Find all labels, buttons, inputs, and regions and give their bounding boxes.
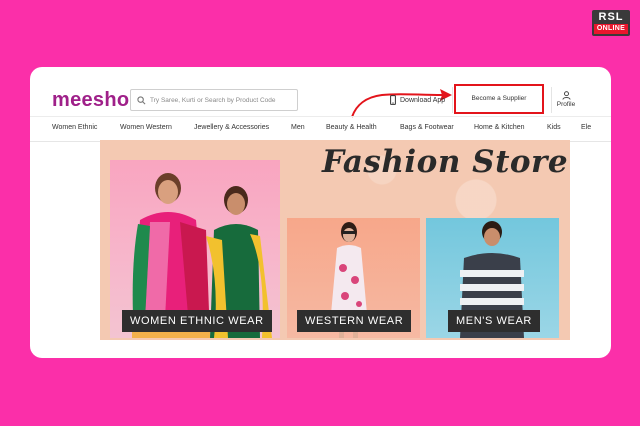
mens-wear-label: MEN'S WEAR xyxy=(448,310,540,332)
search-input[interactable] xyxy=(150,96,290,104)
become-supplier-button[interactable]: Become a Supplier xyxy=(454,84,544,114)
women-ethnic-label: WOMEN ETHNIC WEAR xyxy=(122,310,272,332)
women-ethnic-panel[interactable]: WOMEN ETHNIC WEAR xyxy=(110,160,280,338)
profile-label: Profile xyxy=(556,101,576,108)
meesho-logo[interactable]: meesho xyxy=(52,89,129,112)
category-beauty-health[interactable]: Beauty & Health xyxy=(326,124,377,131)
divider xyxy=(551,87,552,113)
category-home-kitchen[interactable]: Home & Kitchen xyxy=(474,124,525,131)
mobile-icon xyxy=(390,95,396,105)
fashion-store-banner[interactable]: Fashion Store WOMEN ETHNIC WEAR WESTERN … xyxy=(100,140,570,340)
browser-card: meesho Download App Become a Supplier Pr… xyxy=(30,67,611,358)
profile-button[interactable]: Profile xyxy=(554,91,578,108)
category-women-ethnic[interactable]: Women Ethnic xyxy=(52,124,97,131)
category-women-western[interactable]: Women Western xyxy=(120,124,172,131)
download-app-link[interactable]: Download App xyxy=(390,95,445,105)
category-bags-footwear[interactable]: Bags & Footwear xyxy=(400,124,454,131)
mens-wear-panel[interactable]: MEN'S WEAR xyxy=(426,218,559,338)
search-bar[interactable] xyxy=(130,89,298,111)
category-kids[interactable]: Kids xyxy=(547,124,561,131)
category-nav: Women Ethnic Women Western Jewellery & A… xyxy=(30,116,611,142)
divider xyxy=(452,87,453,113)
western-wear-panel[interactable]: WESTERN WEAR xyxy=(287,218,420,338)
western-wear-label: WESTERN WEAR xyxy=(297,310,412,332)
badge-line2: ONLINE xyxy=(594,24,628,34)
user-icon xyxy=(561,91,571,100)
banner-title: Fashion Store xyxy=(322,144,569,180)
badge-line1: RSL xyxy=(598,11,624,23)
category-jewellery[interactable]: Jewellery & Accessories xyxy=(194,124,269,131)
search-icon xyxy=(137,95,146,104)
rsl-online-badge: RSL ONLINE xyxy=(592,10,630,36)
category-electronics[interactable]: Ele xyxy=(581,124,591,131)
download-app-label: Download App xyxy=(400,96,446,104)
category-men[interactable]: Men xyxy=(291,124,305,131)
